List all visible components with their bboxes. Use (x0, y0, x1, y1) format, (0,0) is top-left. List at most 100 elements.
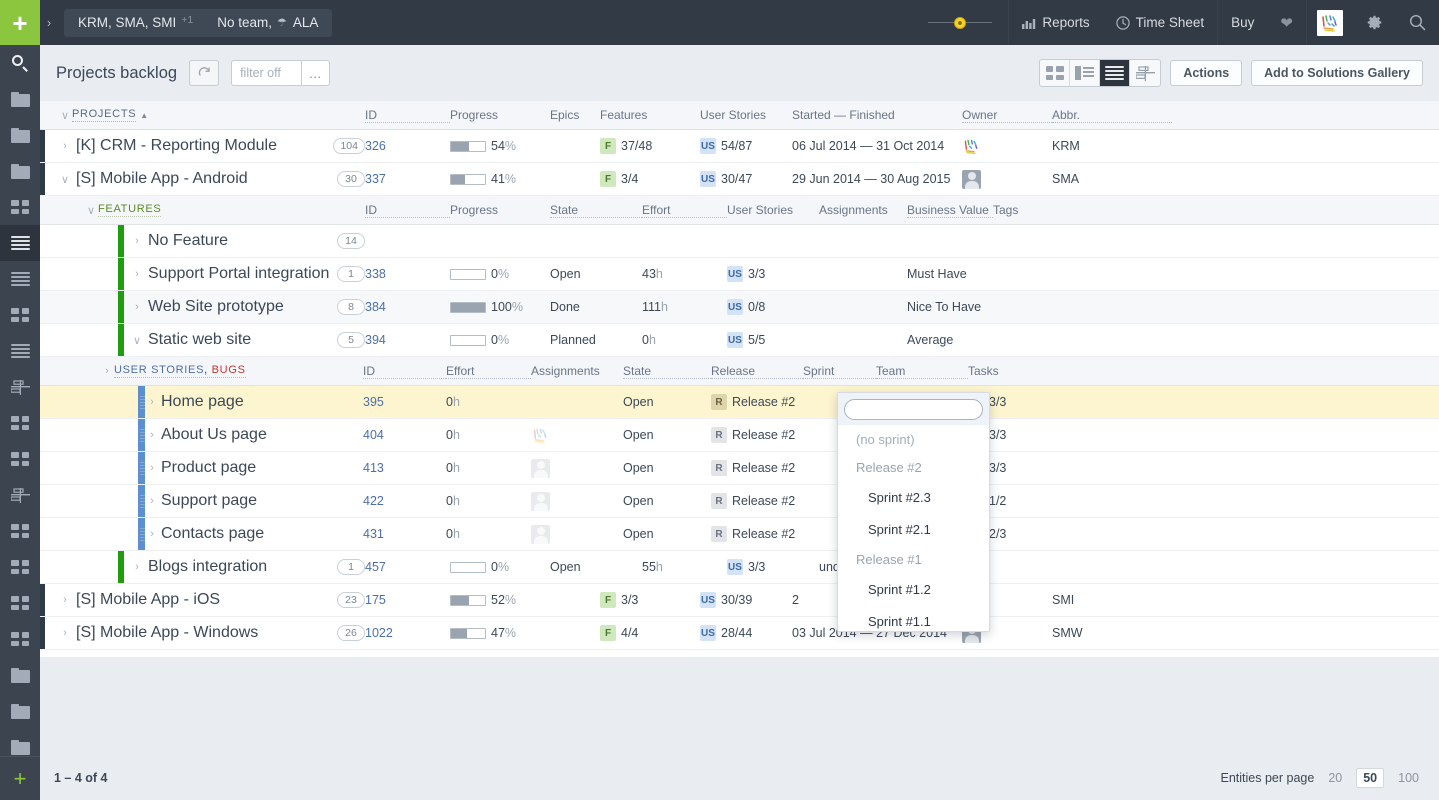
story-release[interactable]: RRelease #2 (711, 493, 803, 509)
column-header-started-finished[interactable]: Started — Finished (792, 108, 962, 122)
projects-group-label[interactable]: PROJECTS (72, 108, 136, 122)
story-state[interactable]: Open (623, 428, 711, 442)
column-header-assignments[interactable]: Assignments (531, 364, 623, 378)
column-header-sprint[interactable]: Sprint (803, 364, 876, 379)
story-release[interactable]: RRelease #2 (711, 526, 803, 542)
sidebar-expand-button[interactable]: › (40, 0, 58, 45)
story-state[interactable]: Open (623, 527, 711, 541)
per-page-20[interactable]: 20 (1322, 769, 1348, 787)
rail-item-list[interactable] (0, 333, 40, 369)
rail-item-grid[interactable] (0, 441, 40, 477)
search-button[interactable] (1396, 0, 1439, 45)
sprint-option-4[interactable]: Release #1 (838, 545, 989, 573)
context-selector[interactable]: KRM, SMA, SMI +1 No team, ☂ ALA (64, 9, 332, 37)
brightness-slider[interactable] (912, 17, 1008, 29)
settings-button[interactable] (1353, 0, 1396, 45)
chevron-right-icon[interactable]: › (130, 301, 144, 313)
story-release[interactable]: RRelease #2 (711, 460, 803, 476)
add-to-solutions-gallery-button[interactable]: Add to Solutions Gallery (1251, 60, 1423, 86)
view-mode-split[interactable] (1070, 60, 1100, 86)
table-row[interactable]: ›Web Site prototype8384100%Done111hUS0/8… (40, 291, 1439, 324)
feature-name[interactable]: Web Site prototype (148, 298, 337, 316)
feature-name[interactable]: Blogs integration (148, 558, 337, 576)
project-name[interactable]: [S] Mobile App - Android (76, 170, 337, 188)
chevron-down-icon[interactable]: ∨ (58, 109, 72, 122)
chevron-right-icon[interactable]: › (58, 140, 72, 152)
column-header-effort[interactable]: Effort (642, 203, 727, 218)
sprint-option-6[interactable]: Sprint #1.1 (838, 605, 989, 632)
table-row[interactable]: ›No Feature14 (40, 225, 1439, 258)
feature-name[interactable]: No Feature (148, 232, 337, 250)
sprint-option-0[interactable]: (no sprint) (838, 425, 989, 453)
story-name[interactable]: Support page (161, 492, 363, 510)
table-row[interactable]: ∨Static web site53940%Planned0hUS5/5Aver… (40, 324, 1439, 357)
rail-item-folder-open[interactable] (0, 153, 40, 189)
chevron-right-icon[interactable]: › (145, 495, 159, 507)
stories-group-label[interactable]: USER STORIES, BUGS (114, 364, 246, 378)
nav-reports[interactable]: Reports (1009, 0, 1102, 45)
table-row[interactable]: ›Home page3950hOpenRRelease #2T3/3 (40, 386, 1439, 419)
column-header-progress[interactable]: Progress (450, 203, 550, 217)
column-header-features[interactable]: Features (600, 108, 700, 122)
slider-knob-icon[interactable] (954, 17, 966, 29)
project-name[interactable]: [K] CRM - Reporting Module (76, 137, 333, 155)
per-page-50[interactable]: 50 (1356, 768, 1384, 788)
table-row[interactable]: ›Support page4220hOpenRRelease #2T1/2 (40, 485, 1439, 518)
chevron-right-icon[interactable]: › (130, 235, 144, 247)
column-header-id[interactable]: ID (363, 364, 446, 379)
rail-item-folder[interactable] (0, 117, 40, 153)
column-header-user-stories[interactable]: User Stories (727, 203, 819, 217)
rail-item-grid[interactable] (0, 621, 40, 657)
feature-state[interactable]: Open (550, 560, 642, 574)
table-row[interactable]: ›Product page4130hOpenRRelease #2T3/3 (40, 452, 1439, 485)
chevron-down-icon[interactable]: ∨ (84, 204, 98, 217)
chevron-right-icon[interactable]: › (145, 462, 159, 474)
sprint-search-input[interactable] (844, 399, 983, 420)
rail-item-folder[interactable] (0, 81, 40, 117)
table-row[interactable]: ›Contacts page4310hOpenRRelease #2T2/3 (40, 518, 1439, 551)
feature-state[interactable]: Open (550, 267, 642, 281)
project-name[interactable]: [S] Mobile App - iOS (76, 591, 337, 609)
rail-item-grid[interactable] (0, 585, 40, 621)
table-row[interactable]: ∨[S] Mobile App - Android3033741%F3/4US3… (40, 163, 1439, 196)
filter-input[interactable]: filter off (231, 60, 302, 86)
nav-time-sheet[interactable]: Time Sheet (1103, 0, 1218, 45)
sprint-option-2[interactable]: Sprint #2.3 (838, 481, 989, 513)
per-page-100[interactable]: 100 (1392, 769, 1425, 787)
feature-state[interactable]: Done (550, 300, 642, 314)
chevron-right-icon[interactable]: › (145, 528, 159, 540)
story-name[interactable]: Product page (161, 459, 363, 477)
rail-item-grid[interactable] (0, 297, 40, 333)
chevron-right-icon[interactable]: › (145, 396, 159, 408)
rail-item-list[interactable] (0, 261, 40, 297)
story-release[interactable]: RRelease #2 (711, 427, 803, 443)
rail-item-grid[interactable] (0, 513, 40, 549)
column-header-team[interactable]: Team (876, 364, 968, 379)
app-logo-button[interactable] (1317, 10, 1343, 36)
column-header-effort[interactable]: Effort (446, 364, 531, 379)
feature-state[interactable]: Planned (550, 333, 642, 347)
column-header-epics[interactable]: Epics (550, 108, 600, 122)
story-state[interactable]: Open (623, 461, 711, 475)
table-row[interactable]: ›Blogs integration14570%Open55hUS3/3unde… (40, 551, 1439, 584)
column-header-assignments[interactable]: Assignments (819, 203, 907, 217)
refresh-button[interactable] (189, 60, 219, 86)
project-name[interactable]: [S] Mobile App - Windows (76, 624, 337, 642)
filter-more-button[interactable]: … (302, 60, 330, 86)
assignment-avatar[interactable] (531, 459, 550, 478)
column-header-progress[interactable]: Progress (450, 108, 550, 122)
column-header-id[interactable]: ID (365, 108, 450, 123)
rail-item-list[interactable] (0, 225, 40, 261)
sort-ascending-icon[interactable]: ▲ (140, 111, 148, 120)
chevron-right-icon[interactable]: › (58, 594, 72, 606)
sprint-option-5[interactable]: Sprint #1.2 (838, 573, 989, 605)
story-release[interactable]: RRelease #2 (711, 394, 803, 410)
rail-add-button[interactable]: + (0, 756, 40, 800)
table-row[interactable]: ›[K] CRM - Reporting Module10432654%F37/… (40, 130, 1439, 163)
rail-item-board[interactable] (0, 477, 40, 513)
chevron-right-icon[interactable]: › (58, 627, 72, 639)
column-header-owner[interactable]: Owner (962, 108, 1052, 123)
chevron-right-icon[interactable]: › (130, 268, 144, 280)
table-row[interactable]: ›About Us page4040hOpenRRelease #2T3/3 (40, 419, 1439, 452)
feature-name[interactable]: Support Portal integration (148, 265, 337, 283)
